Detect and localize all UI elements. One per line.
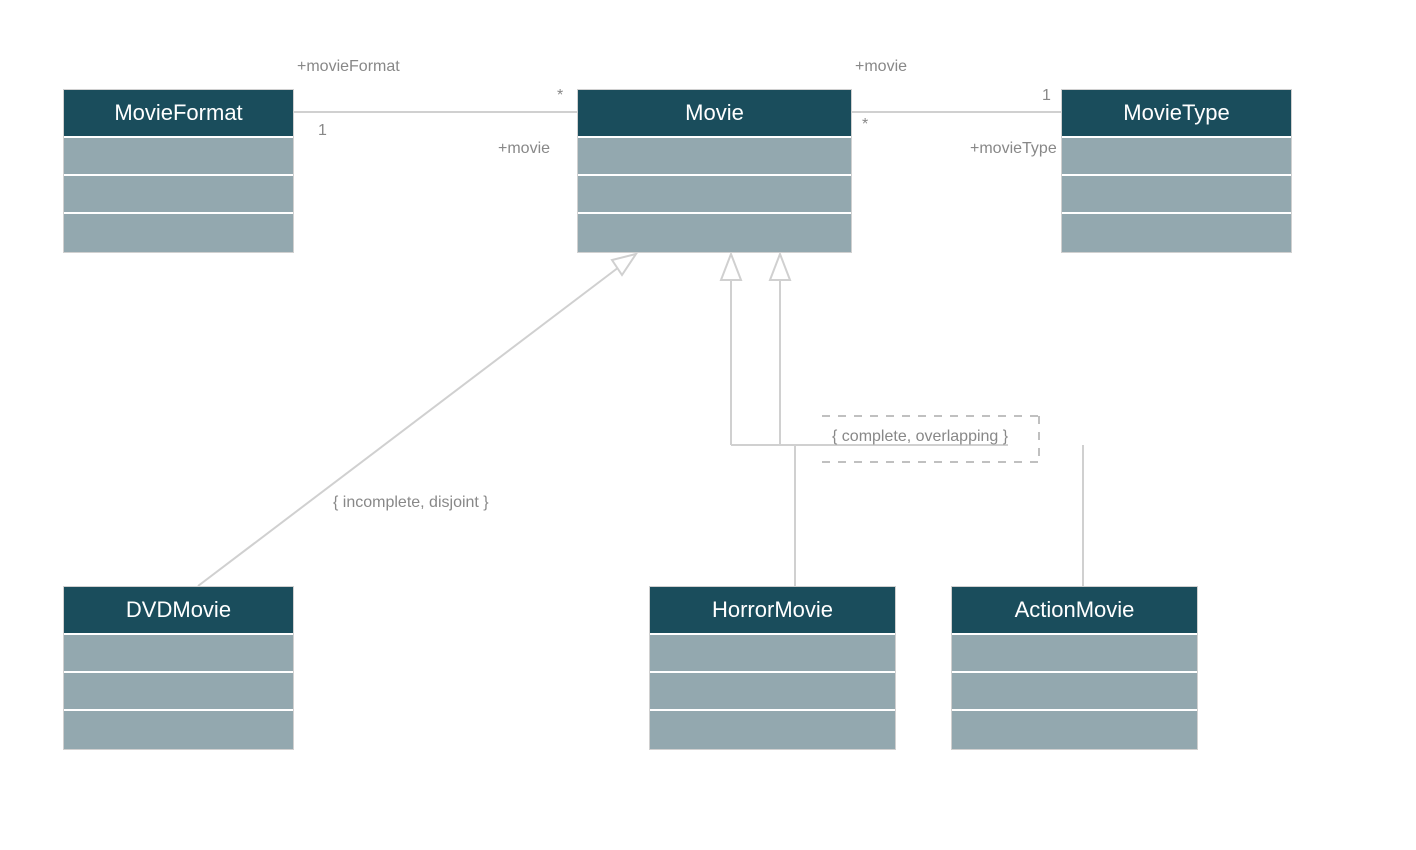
class-actionmovie: ActionMovie [951, 586, 1198, 750]
class-movie-title: Movie [578, 90, 851, 138]
class-actionmovie-title: ActionMovie [952, 587, 1197, 635]
class-horrormovie-row3 [650, 711, 895, 749]
mult-movietype-side: 1 [1042, 87, 1051, 105]
class-horrormovie-title: HorrorMovie [650, 587, 895, 635]
class-movietype-row3 [1062, 214, 1291, 252]
gen-arrow-dvdmovie [612, 254, 636, 275]
mult-movieformat-side: 1 [318, 122, 327, 140]
class-movieformat: MovieFormat [63, 89, 294, 253]
class-actionmovie-row1 [952, 635, 1197, 673]
role-movie-left: +movie [498, 140, 550, 158]
class-movieformat-row1 [64, 138, 293, 176]
mult-movie-leftside: * [557, 87, 563, 105]
role-movie-right: +movie [855, 58, 907, 76]
class-movietype: MovieType [1061, 89, 1292, 253]
class-horrormovie-row1 [650, 635, 895, 673]
class-dvdmovie: DVDMovie [63, 586, 294, 750]
class-movietype-row1 [1062, 138, 1291, 176]
class-movie-row3 [578, 214, 851, 252]
role-movieformat: +movieFormat [297, 58, 400, 76]
class-movietype-title: MovieType [1062, 90, 1291, 138]
class-movietype-row2 [1062, 176, 1291, 214]
class-horrormovie-row2 [650, 673, 895, 711]
class-dvdmovie-title: DVDMovie [64, 587, 293, 635]
constraint-format-gen: { incomplete, disjoint } [333, 494, 489, 512]
class-dvdmovie-row1 [64, 635, 293, 673]
class-actionmovie-row2 [952, 673, 1197, 711]
gen-arrow-horror [721, 254, 741, 280]
class-movie: Movie [577, 89, 852, 253]
gen-arrow-action [770, 254, 790, 280]
class-movieformat-title: MovieFormat [64, 90, 293, 138]
mult-movie-rightside: * [862, 116, 868, 134]
class-movieformat-row3 [64, 214, 293, 252]
class-dvdmovie-row3 [64, 711, 293, 749]
class-movie-row1 [578, 138, 851, 176]
role-movietype: +movieType [970, 140, 1057, 158]
class-movieformat-row2 [64, 176, 293, 214]
class-horrormovie: HorrorMovie [649, 586, 896, 750]
class-actionmovie-row3 [952, 711, 1197, 749]
class-movie-row2 [578, 176, 851, 214]
gen-dvdmovie-movie [198, 264, 623, 586]
constraint-type-gen: { complete, overlapping } [832, 428, 1008, 446]
class-dvdmovie-row2 [64, 673, 293, 711]
